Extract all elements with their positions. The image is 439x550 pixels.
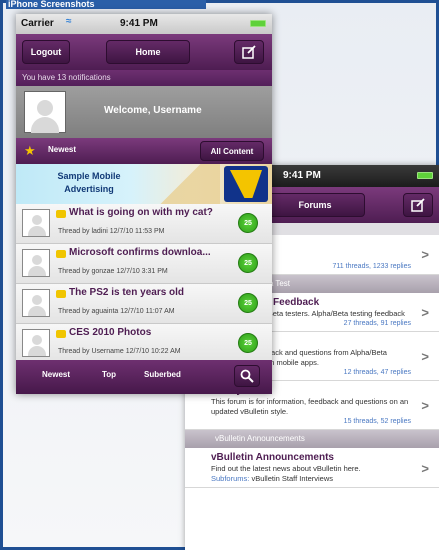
page-heading: iPhone Screenshots [6, 0, 206, 9]
search-icon [240, 369, 254, 383]
star-icon: ★ [24, 143, 36, 158]
thread-avatar [22, 329, 50, 357]
section-header-announcements: vBulletin Announcements [185, 430, 439, 448]
thread-list: What is going on with my cat? Thread by … [16, 204, 272, 376]
thread-row[interactable]: Microsoft confirms downloa... Thread by … [16, 244, 272, 284]
compose-button[interactable] [403, 193, 433, 217]
ad-line-2: Advertising [64, 184, 114, 194]
avatar[interactable] [24, 91, 66, 133]
thread-avatar [22, 289, 50, 317]
forum-subforums: Subforums: vBulletin Staff Interviews [211, 474, 411, 484]
thread-avatar [22, 249, 50, 277]
thread-title: Microsoft confirms downloa... [69, 247, 211, 258]
logout-button[interactable]: Logout [22, 40, 70, 64]
battery-icon [250, 20, 266, 27]
thread-row[interactable]: The PS2 is ten years old Thread by aguai… [16, 284, 272, 324]
thread-bubble-icon [56, 330, 66, 338]
thread-meta: Thread by aguainta 12/7/10 11:07 AM [58, 308, 175, 315]
home-button[interactable]: Home [106, 40, 190, 64]
tab-bar: Newest Top Suberbed [16, 360, 272, 394]
ad-logo [224, 166, 268, 202]
welcome-text: Welcome, Username [104, 105, 202, 116]
notifications-bar[interactable]: You have 13 notifications [16, 70, 272, 86]
wifi-icon: ≈ [66, 16, 72, 27]
carrier-label: Carrier [21, 18, 54, 29]
tab-top[interactable]: Top [102, 370, 116, 379]
forums-button[interactable]: Forums [265, 193, 365, 217]
thread-title: What is going on with my cat? [69, 207, 213, 218]
thread-bubble-icon [56, 210, 66, 218]
forum-title: vBulletin Announcements [211, 452, 334, 463]
tab-newest[interactable]: Newest [42, 370, 70, 379]
thread-row[interactable]: CES 2010 Photos Thread by Username 12/7/… [16, 324, 272, 364]
subforums-value[interactable]: vBulletin Staff Interviews [251, 474, 333, 483]
thread-meta: Thread by Username 12/7/10 10:22 AM [58, 348, 181, 355]
thread-bubble-icon [56, 290, 66, 298]
chevron-right-icon: > [421, 349, 429, 364]
nav-bar: Logout Home [16, 34, 272, 70]
thread-title: The PS2 is ten years old [69, 287, 185, 298]
thread-bubble-icon [56, 250, 66, 258]
reply-count-badge: 25 [238, 333, 258, 353]
search-button[interactable] [234, 365, 260, 387]
ad-text: Sample Mobile Advertising [34, 170, 144, 196]
thread-row[interactable]: What is going on with my cat? Thread by … [16, 204, 272, 244]
tab-subscribed[interactable]: Suberbed [144, 370, 181, 379]
filter-newest-label[interactable]: Newest [48, 145, 76, 154]
ad-line-1: Sample Mobile [57, 171, 121, 181]
welcome-area: Welcome, Username [16, 86, 272, 138]
thread-avatar [22, 209, 50, 237]
thread-title: CES 2010 Photos [69, 327, 152, 338]
chevron-right-icon: > [421, 398, 429, 413]
forum-row-announcements[interactable]: vBulletin Announcements Find out the lat… [185, 448, 439, 488]
reply-count-badge: 25 [238, 213, 258, 233]
compose-icon [411, 198, 425, 212]
forum-desc: This forum is for information, feedback … [211, 397, 409, 416]
compose-button[interactable] [234, 40, 264, 64]
forum-desc: Find out the latest news about vBulletin… [211, 464, 361, 473]
status-bar: Carrier ≈ 9:41 PM [16, 14, 272, 34]
thread-meta: Thread by ladini 12/7/10 11:53 PM [58, 228, 165, 235]
subforums-label: Subforums: [211, 473, 250, 483]
ad-swoosh-graphic [160, 164, 220, 204]
all-content-button[interactable]: All Content [200, 141, 264, 161]
filter-bar: ★ Newest All Content [16, 138, 272, 164]
chevron-right-icon: > [421, 460, 429, 476]
thread-meta: Thread by gonzae 12/7/10 3:31 PM [58, 268, 168, 275]
battery-icon [417, 172, 433, 179]
reply-count-badge: 25 [238, 253, 258, 273]
chevron-right-icon: > [421, 304, 429, 320]
phone-home-screen: Carrier ≈ 9:41 PM Logout Home You have 1… [16, 14, 272, 394]
forum-stats: 15 threads, 52 replies [343, 418, 411, 425]
status-time: 9:41 PM [120, 18, 158, 29]
reply-count-badge: 25 [238, 293, 258, 313]
status-time: 9:41 PM [283, 170, 321, 181]
chevron-right-icon: > [421, 247, 429, 263]
ad-banner[interactable]: Sample Mobile Advertising [16, 164, 272, 204]
compose-icon [242, 45, 256, 59]
